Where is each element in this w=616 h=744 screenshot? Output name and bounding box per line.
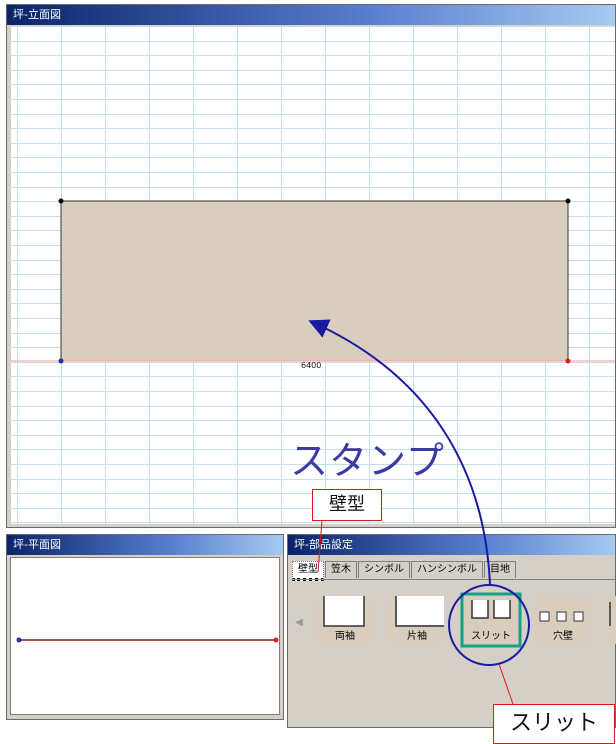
parts-tabs: 壁型 笠木 シンボル ハンシンボル 目地: [292, 561, 517, 581]
tab-joint[interactable]: 目地: [484, 561, 516, 578]
tab-symbol[interactable]: シンボル: [358, 561, 410, 578]
plan-drawing: [16, 637, 279, 643]
corner-handle-top-right[interactable]: [565, 198, 571, 204]
elevation-window-title: 坪-立面図: [7, 5, 615, 25]
corner-handle-top-left[interactable]: [58, 198, 64, 204]
wall-type-label: 両袖: [335, 631, 355, 642]
parts-window-title: 坪-部品設定: [288, 535, 615, 555]
dimension-label: 6400: [301, 361, 321, 370]
tab-coping[interactable]: 笠木: [325, 561, 357, 578]
plan-canvas[interactable]: [10, 557, 280, 715]
wall-partial-icon: [606, 596, 616, 644]
stamp-annotation: スタンプ: [290, 439, 445, 483]
wall-type-label: 穴壁: [553, 631, 573, 642]
wall-type-label: 片袖: [407, 631, 427, 642]
plan-endpoint-right[interactable]: [273, 637, 279, 643]
parts-settings-window: 坪-部品設定 壁型 笠木 シンボル ハンシンボル 目地 ◀ 両袖 片袖 スリット…: [287, 534, 616, 728]
wall-type-callout: 壁型: [312, 489, 382, 521]
wall-type-next-partial[interactable]: [604, 592, 616, 650]
wall-rectangle[interactable]: [60, 200, 569, 362]
plan-window: 坪-平面図: [6, 534, 284, 720]
plan-endpoint-left[interactable]: [16, 637, 22, 643]
corner-handle-bottom-left[interactable]: [58, 358, 64, 364]
corner-handle-bottom-right[interactable]: [565, 358, 571, 364]
tab-wall-type[interactable]: 壁型: [292, 561, 324, 581]
wall-type-label: スリット: [471, 631, 511, 642]
slit-callout: スリット: [493, 704, 615, 744]
tab-han-symbol[interactable]: ハンシンボル: [411, 561, 483, 578]
plan-window-title: 坪-平面図: [7, 535, 283, 555]
scroll-left-icon[interactable]: ◀: [292, 596, 306, 650]
